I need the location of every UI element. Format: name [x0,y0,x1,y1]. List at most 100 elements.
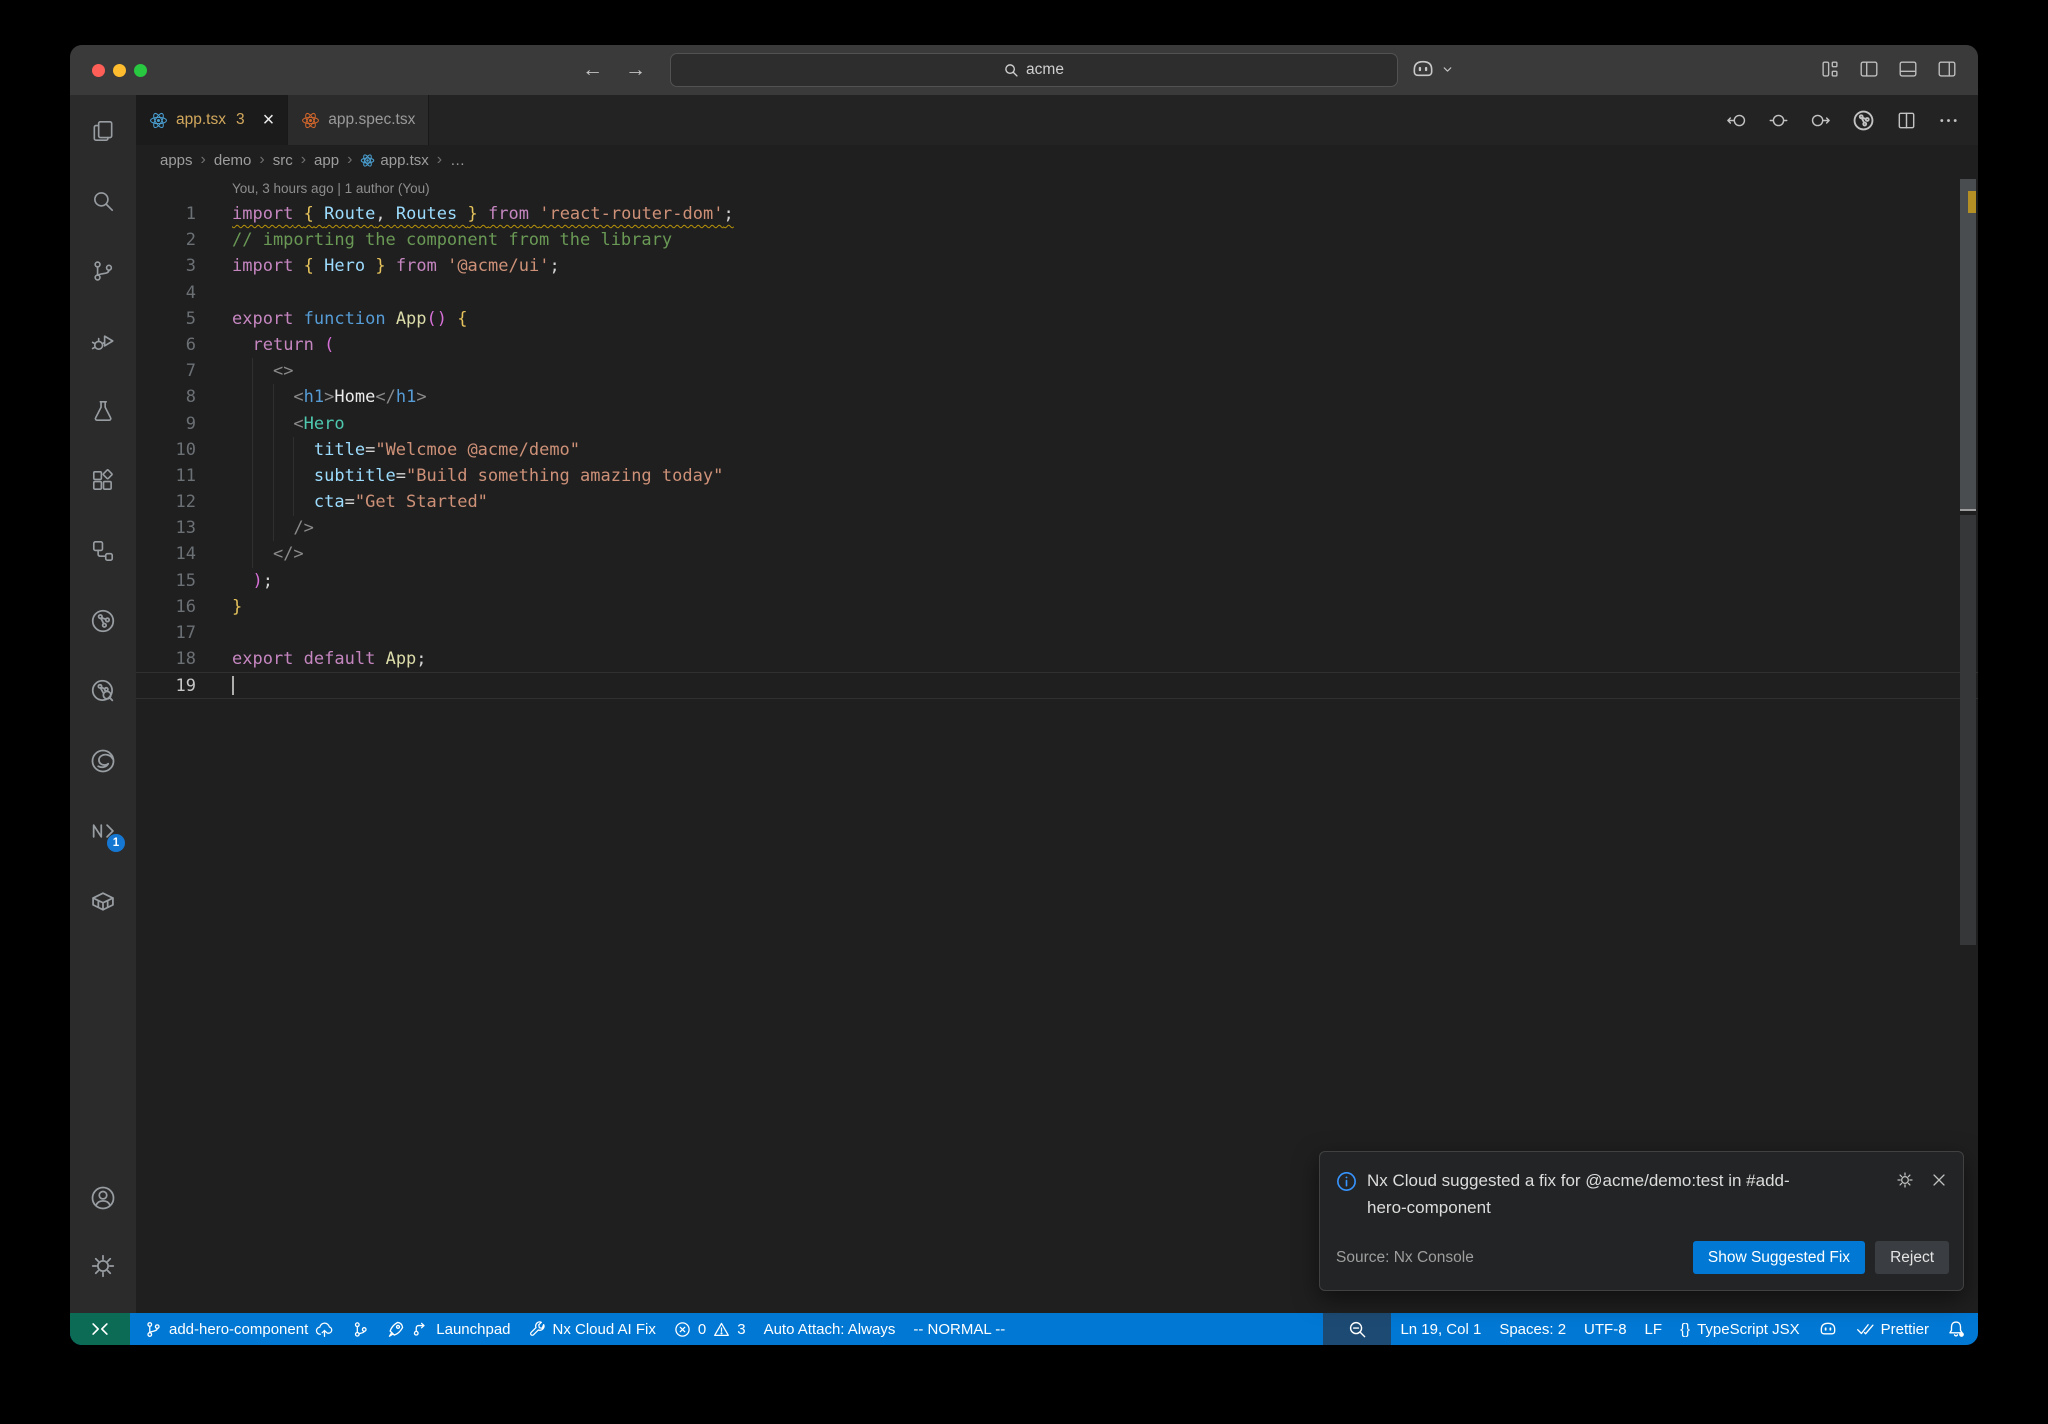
git-branch-status[interactable]: add-hero-component [136,1313,343,1345]
problems-status[interactable]: 0 3 [665,1313,755,1345]
open-changes-icon[interactable] [1767,109,1790,132]
sidebar-item-edge-browser[interactable] [80,738,126,784]
more-actions-icon[interactable] [1937,109,1960,132]
line-content[interactable]: import { Hero } from '@acme/ui'; [196,253,560,279]
code-line-18[interactable]: 18 export default App; [136,646,1978,672]
sidebar-item-explorer[interactable] [80,108,126,154]
notifications-bell-button[interactable] [1938,1313,1978,1345]
line-number[interactable]: 5 [136,306,196,332]
cursor-position-status[interactable]: Ln 19, Col 1 [1391,1313,1490,1345]
copilot-menu-button[interactable] [1410,56,1454,82]
minimize-window-button[interactable] [113,64,126,77]
line-content[interactable]: export function App() { [196,306,468,332]
code-line-4[interactable]: 4 [136,280,1978,306]
close-window-button[interactable] [92,64,105,77]
line-number[interactable]: 2 [136,227,196,253]
back-arrow-icon[interactable]: ← [582,58,603,82]
sidebar-item-source-control[interactable] [80,248,126,294]
line-number[interactable]: 10 [136,437,196,463]
sidebar-item-extensions[interactable] [80,458,126,504]
line-number[interactable]: 16 [136,594,196,620]
settings-button[interactable] [80,1243,126,1289]
line-number[interactable]: 6 [136,332,196,358]
remote-indicator[interactable] [70,1313,130,1345]
vim-mode-indicator[interactable]: -- NORMAL -- [904,1313,1014,1345]
code-line-8[interactable]: 8 <h1>Home</h1> [136,384,1978,410]
line-content[interactable]: } [196,594,242,620]
line-number[interactable]: 14 [136,541,196,567]
command-center-search[interactable]: acme [670,53,1398,87]
code-editor[interactable]: 1 import { Route, Routes } from 'react-ro… [136,201,1978,699]
code-line-16[interactable]: 16} [136,594,1978,620]
sidebar-item-nx-console[interactable]: 1 [80,808,126,854]
line-content[interactable]: <h1>Home</h1> [196,384,426,410]
code-line-1[interactable]: 1 import { Route, Routes } from 'react-ro… [136,201,1978,227]
line-number[interactable]: 9 [136,411,196,437]
nx-cloud-ai-fix-button[interactable]: Nx Cloud AI Fix [520,1313,665,1345]
close-icon[interactable] [1929,1170,1949,1190]
breadcrumb-item-file[interactable]: app.tsx [360,152,429,169]
breadcrumb-item[interactable]: src [273,152,293,169]
breadcrumb-item[interactable]: … [450,152,465,169]
breadcrumb-item[interactable]: demo [214,152,252,169]
line-content[interactable] [196,673,234,697]
zoom-status-button[interactable] [1323,1313,1392,1345]
code-line-11[interactable]: 11 subtitle="Build something amazing tod… [136,463,1978,489]
code-line-6[interactable]: 6 return ( [136,332,1978,358]
zoom-window-button[interactable] [134,64,147,77]
line-content[interactable] [196,280,232,306]
code-line-12[interactable]: 12 cta="Get Started" [136,489,1978,515]
line-content[interactable]: export default App; [196,646,427,672]
line-content[interactable]: // importing the component from the libr… [196,227,672,253]
line-content[interactable]: subtitle="Build something amazing today" [196,463,723,489]
line-number[interactable]: 3 [136,253,196,279]
line-number[interactable]: 4 [136,280,196,306]
customize-layout-icon[interactable] [1819,58,1841,80]
show-suggested-fix-button[interactable]: Show Suggested Fix [1692,1241,1866,1274]
line-number[interactable]: 17 [136,620,196,646]
open-changes-previous-icon[interactable] [1725,109,1748,132]
forward-arrow-icon[interactable]: → [625,58,646,82]
source-control-graph-button[interactable] [343,1313,378,1345]
close-tab-icon[interactable]: × [263,110,275,130]
line-number[interactable]: 15 [136,568,196,594]
line-content[interactable]: <> [196,358,293,384]
code-line-9[interactable]: 9 <Hero [136,411,1978,437]
eol-status[interactable]: LF [1636,1313,1672,1345]
indentation-status[interactable]: Spaces: 2 [1490,1313,1575,1345]
code-line-13[interactable]: 13 /> [136,515,1978,541]
code-line-5[interactable]: 5 export function App() { [136,306,1978,332]
line-number[interactable]: 13 [136,515,196,541]
tab-app-tsx[interactable]: app.tsx 3 × [136,95,288,145]
line-number[interactable]: 12 [136,489,196,515]
sidebar-item-gitlens-inspect[interactable] [80,668,126,714]
line-content[interactable] [196,620,232,646]
breadcrumb-item[interactable]: apps [160,152,193,169]
gitlens-launchpad[interactable]: Launchpad [378,1313,519,1345]
reject-button[interactable]: Reject [1875,1241,1949,1274]
code-line-3[interactable]: 3 import { Hero } from '@acme/ui'; [136,253,1978,279]
sidebar-item-search[interactable] [80,178,126,224]
sidebar-item-gitlens[interactable] [80,598,126,644]
sidebar-item-containers[interactable] [80,878,126,924]
tab-app-spec-tsx[interactable]: app.spec.tsx [287,95,430,145]
code-line-17[interactable]: 17 [136,620,1978,646]
line-content[interactable]: cta="Get Started" [196,489,488,515]
scrollbar-thumb[interactable] [1960,179,1976,511]
sidebar-item-testing[interactable] [80,388,126,434]
line-number[interactable]: 19 [136,673,196,697]
code-line-14[interactable]: 14 </> [136,541,1978,567]
line-number[interactable]: 1 [136,201,196,227]
line-content[interactable]: ); [196,568,273,594]
split-editor-icon[interactable] [1895,109,1918,132]
line-content[interactable]: <Hero [196,411,344,437]
toggle-primary-sidebar-icon[interactable] [1858,58,1880,80]
language-mode-status[interactable]: {} TypeScript JSX [1671,1313,1809,1345]
line-content[interactable]: import { Route, Routes } from 'react-rou… [196,201,734,227]
auto-attach-status[interactable]: Auto Attach: Always [755,1313,905,1345]
prettier-status[interactable]: Prettier [1847,1313,1938,1345]
sidebar-item-run-debug[interactable] [80,318,126,364]
line-number[interactable]: 7 [136,358,196,384]
code-line-7[interactable]: 7 <> [136,358,1978,384]
code-line-2[interactable]: 2// importing the component from the lib… [136,227,1978,253]
